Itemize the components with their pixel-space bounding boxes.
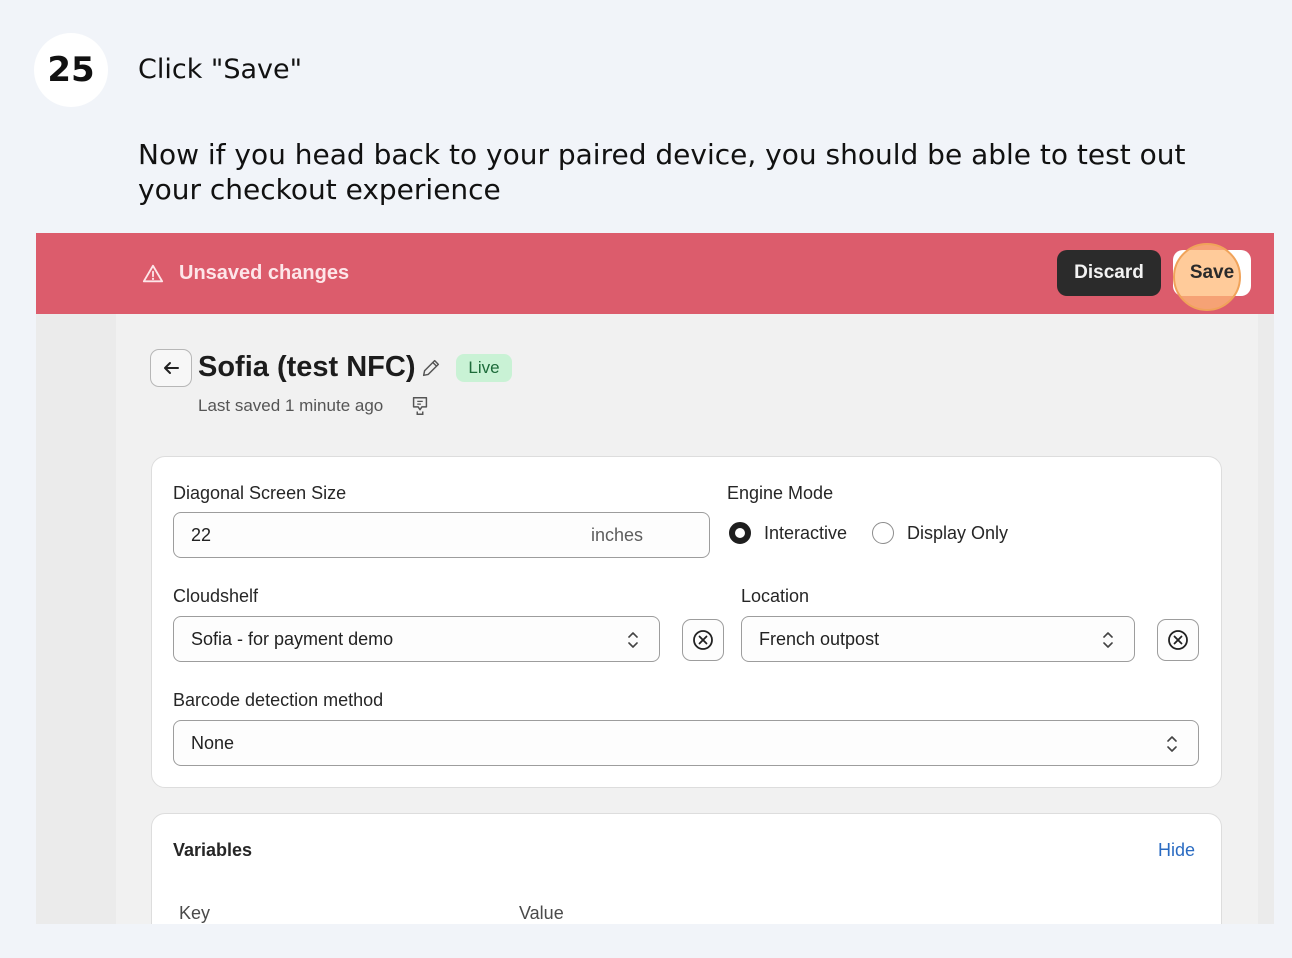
column-header-key: Key [179, 903, 211, 923]
chevron-updown-icon [628, 632, 638, 648]
history-icon[interactable] [409, 394, 431, 418]
arrow-left-icon [164, 362, 179, 374]
variables-title: Variables [173, 840, 253, 860]
chevron-updown-icon [1103, 632, 1113, 648]
location-value: French outpost [759, 629, 880, 649]
last-saved-text: Last saved 1 minute ago [198, 396, 384, 415]
screen-size-input[interactable]: 22 inches [173, 512, 710, 558]
chevron-updown-icon [1167, 736, 1177, 752]
banner-message: Unsaved changes [179, 262, 350, 284]
clear-circle-icon [1168, 630, 1188, 650]
variables-card [151, 813, 1222, 924]
screenshot-frame: Unsaved changes Discard Save Sofia (test… [36, 233, 1274, 924]
warning-icon [142, 264, 164, 283]
screen-size-value: 22 [191, 525, 212, 545]
location-label: Location [741, 586, 810, 606]
screen-size-suffix: inches [591, 525, 644, 545]
back-button[interactable] [150, 349, 192, 387]
screen-size-label: Diagonal Screen Size [173, 483, 347, 503]
barcode-label: Barcode detection method [173, 690, 384, 710]
status-badge: Live [456, 354, 512, 382]
unsaved-changes-banner: Unsaved changes Discard Save [36, 233, 1274, 314]
hide-variables-link[interactable]: Hide [1158, 840, 1195, 861]
save-button[interactable]: Save [1173, 250, 1251, 296]
radio-display-only-label: Display Only [907, 523, 1009, 543]
barcode-select[interactable]: None [173, 720, 1199, 766]
radio-interactive[interactable] [729, 522, 751, 544]
save-button-label: Save [1189, 262, 1235, 283]
page-title: Sofia (test NFC) [198, 351, 416, 383]
radio-interactive-label: Interactive [764, 523, 848, 543]
cloudshelf-select[interactable]: Sofia - for payment demo [173, 616, 660, 662]
column-header-value: Value [519, 903, 564, 923]
step-number: 25 [47, 50, 95, 90]
discard-button[interactable]: Discard [1057, 250, 1161, 296]
step-title: Click "Save" [138, 54, 303, 85]
pencil-icon[interactable] [420, 357, 442, 379]
clear-circle-icon [693, 630, 713, 650]
cloudshelf-label: Cloudshelf [173, 586, 259, 606]
engine-mode-label: Engine Mode [727, 483, 834, 503]
location-select[interactable]: French outpost [741, 616, 1135, 662]
step-number-badge: 25 [34, 33, 108, 107]
radio-display-only[interactable] [872, 522, 894, 544]
clear-location-button[interactable] [1157, 619, 1199, 661]
barcode-value: None [191, 733, 235, 753]
cloudshelf-value: Sofia - for payment demo [191, 629, 394, 649]
clear-cloudshelf-button[interactable] [682, 619, 724, 661]
step-description: Now if you head back to your paired devi… [138, 138, 1186, 206]
